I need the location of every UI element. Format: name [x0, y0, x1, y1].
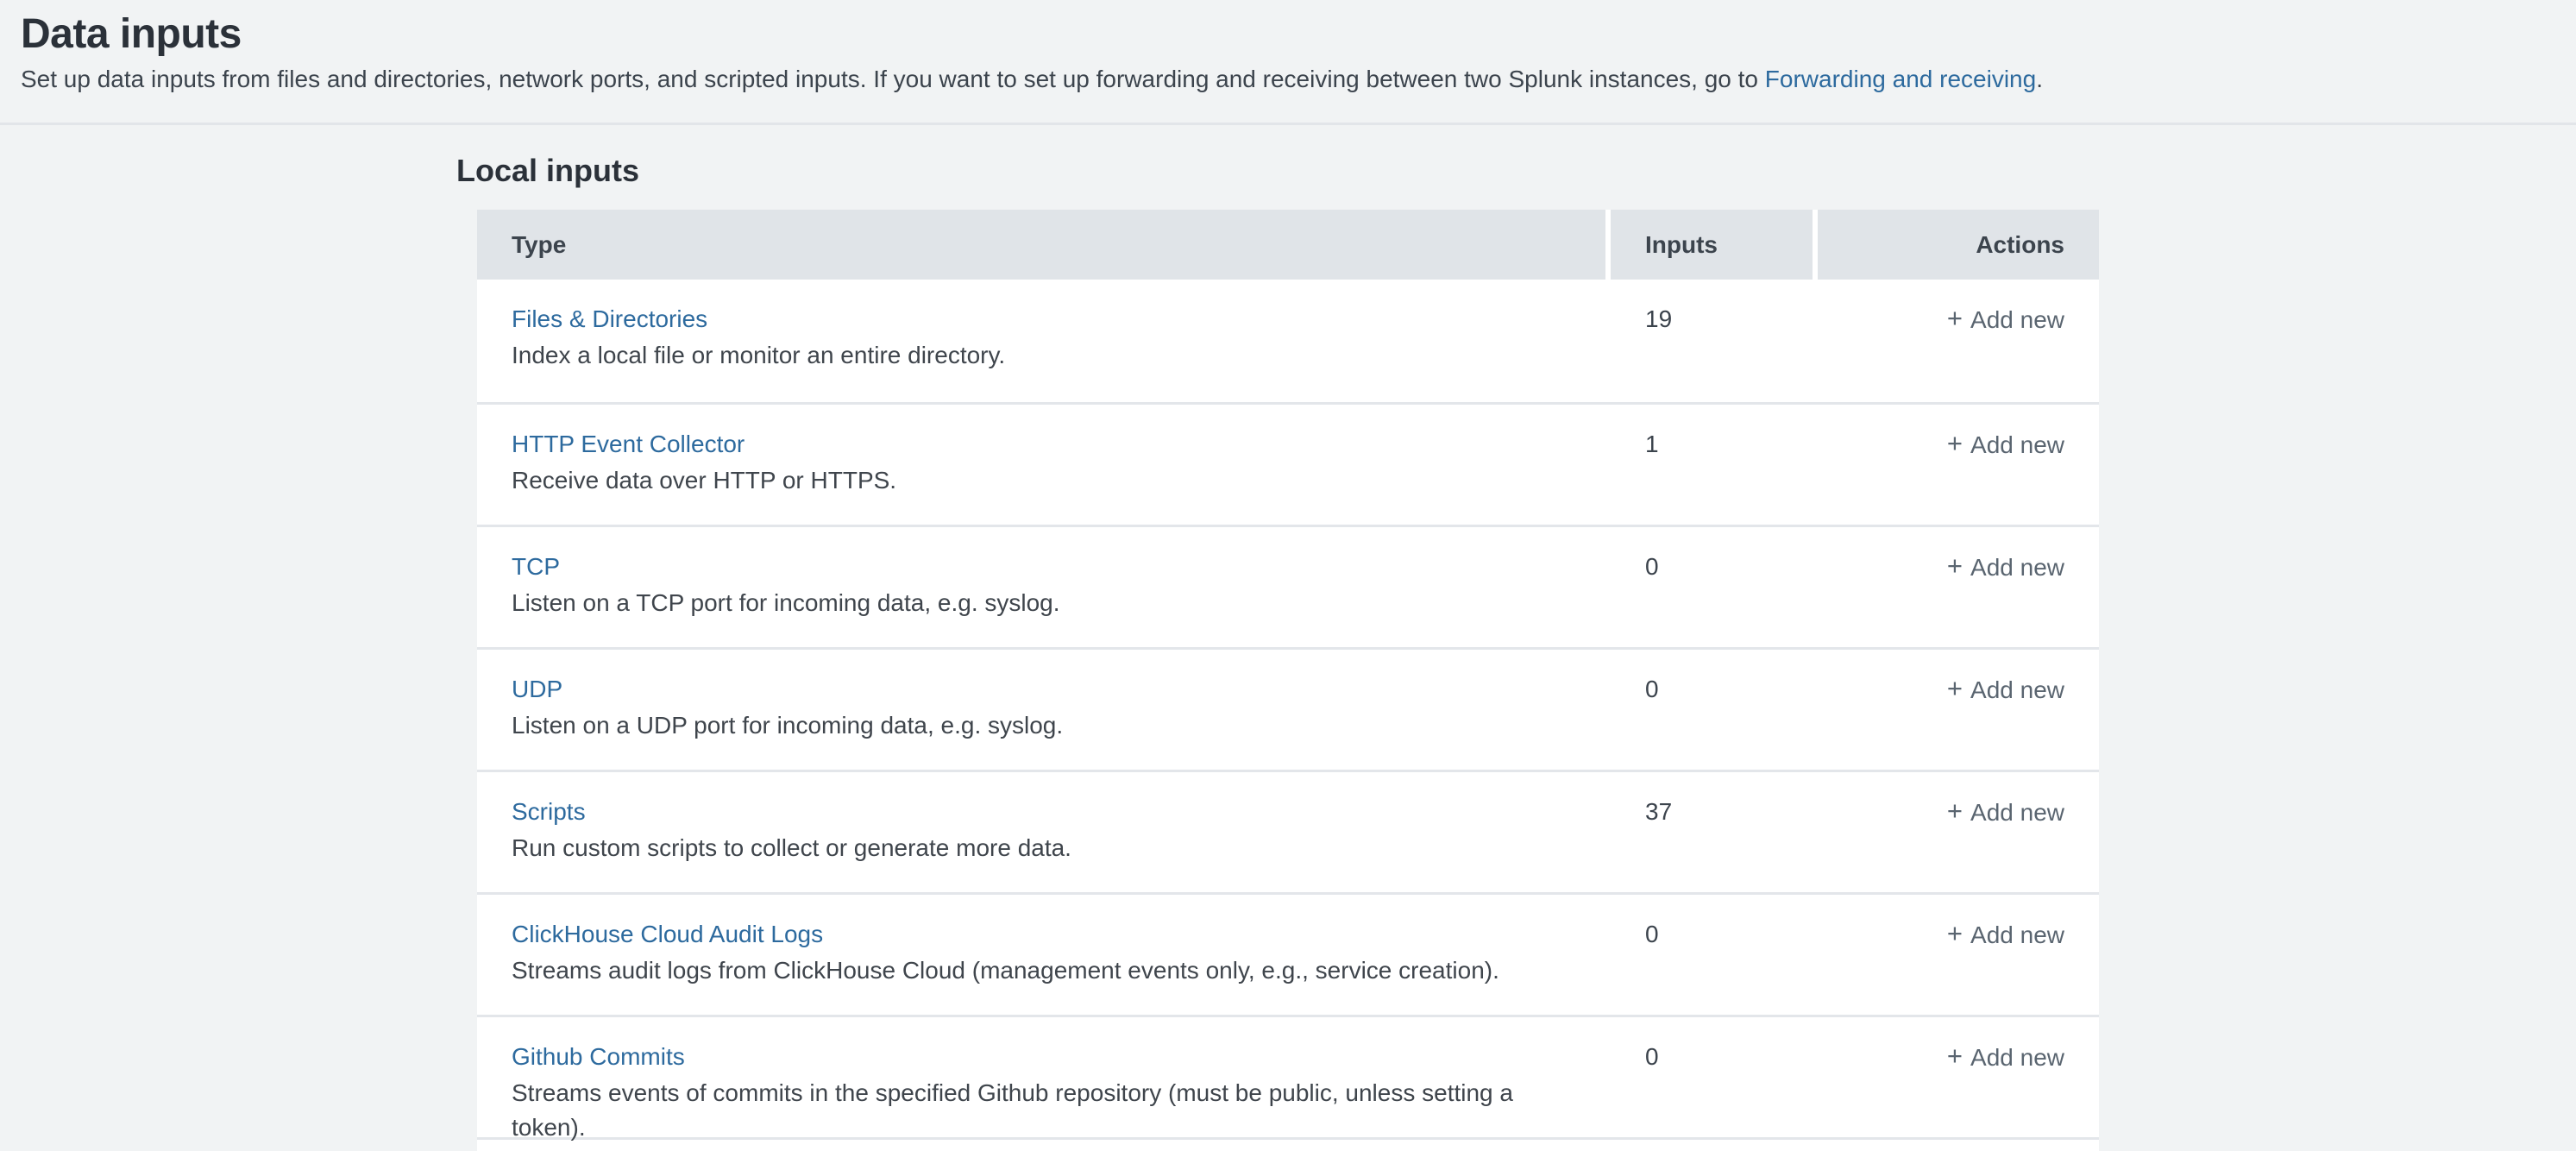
plus-icon: + — [1947, 673, 1963, 703]
header-divider — [0, 123, 2576, 125]
add-new-link[interactable]: + Add new — [1947, 921, 2064, 948]
page-title: Data inputs — [21, 9, 2555, 60]
input-type-link[interactable]: HTTP Event Collector — [512, 425, 745, 463]
add-new-link[interactable]: + Add new — [1947, 431, 2064, 458]
type-cell: ClickHouse Cloud Audit Logs Streams audi… — [477, 895, 1605, 1015]
plus-icon: + — [1947, 303, 1963, 333]
plus-icon: + — [1947, 550, 1963, 581]
table-row-udp: UDP Listen on a UDP port for incoming da… — [477, 647, 2099, 770]
actions-cell: + Add new — [1813, 280, 2099, 402]
add-new-link[interactable]: +Add new — [1947, 554, 2064, 581]
table-body: Files & Directories Index a local file o… — [477, 280, 2099, 1151]
input-type-link[interactable]: UDP — [512, 670, 562, 708]
inputs-count: 0 — [1605, 650, 1813, 770]
table-row-clickhouse-cloud-audit-logs: ClickHouse Cloud Audit Logs Streams audi… — [477, 892, 2099, 1015]
input-type-link[interactable]: Github Commits — [512, 1038, 685, 1076]
add-new-label: Add new — [1970, 676, 2064, 703]
inputs-count: 0 — [1605, 527, 1813, 647]
column-header-inputs: Inputs — [1605, 210, 1813, 280]
add-new-label: Add new — [1970, 1044, 2064, 1071]
actions-cell: + Add new — [1813, 895, 2099, 1015]
plus-icon: + — [1947, 918, 1963, 948]
actions-cell: + Add new — [1813, 1017, 2099, 1137]
table-row-github-commits: Github Commits Streams events of commits… — [477, 1015, 2099, 1137]
input-type-description: Receive data over HTTP or HTTPS. — [512, 463, 1536, 498]
type-cell: UDP Listen on a UDP port for incoming da… — [477, 650, 1605, 770]
input-type-description: Listen on a UDP port for incoming data, … — [512, 708, 1536, 743]
plus-icon: + — [1947, 428, 1963, 458]
input-type-description: Index a local file or monitor an entire … — [512, 338, 1536, 373]
page-header: Data inputs Set up data inputs from file… — [0, 0, 2576, 97]
type-cell: HTTP Event Collector Receive data over H… — [477, 405, 1605, 525]
table-row-scripts: Scripts Run custom scripts to collect or… — [477, 770, 2099, 892]
add-new-label: Add new — [1970, 431, 2064, 458]
add-new-link[interactable]: + Add new — [1947, 799, 2064, 826]
type-cell: Github Commits Streams events of commits… — [477, 1017, 1605, 1137]
actions-cell: + Add new — [1813, 650, 2099, 770]
type-cell: Files & Directories Index a local file o… — [477, 280, 1605, 402]
column-header-actions: Actions — [1813, 210, 2099, 280]
actions-cell: + Add new — [1813, 772, 2099, 892]
forwarding-receiving-link[interactable]: Forwarding and receiving — [1765, 66, 2036, 92]
input-type-description: Run custom scripts to collect or generat… — [512, 831, 1536, 865]
column-header-type: Type — [477, 210, 1605, 280]
add-new-link[interactable]: + Add new — [1947, 676, 2064, 703]
page-subtitle: Set up data inputs from files and direct… — [21, 62, 2555, 97]
table-row-files-directories: Files & Directories Index a local file o… — [477, 280, 2099, 402]
actions-cell: + Add new — [1813, 527, 2099, 647]
input-type-link[interactable]: Files & Directories — [512, 300, 707, 338]
type-cell: Scripts Run custom scripts to collect or… — [477, 772, 1605, 892]
local-inputs-section: Local inputs Type Inputs Actions Files &… — [456, 153, 2576, 1151]
add-new-label: Add new — [1970, 799, 2064, 826]
input-type-link[interactable]: TCP — [512, 548, 560, 586]
page-subtitle-text: Set up data inputs from files and direct… — [21, 66, 1765, 92]
input-type-description: Listen on a TCP port for incoming data, … — [512, 586, 1536, 620]
local-inputs-table: Type Inputs Actions Files & Directories … — [477, 210, 2099, 1151]
add-new-link[interactable]: + Add new — [1947, 1044, 2064, 1071]
page-subtitle-suffix: . — [2036, 66, 2043, 92]
actions-cell: + Add new — [1813, 405, 2099, 525]
plus-icon: + — [1947, 796, 1963, 826]
add-new-link[interactable]: + Add new — [1947, 306, 2064, 333]
input-type-description: Streams events of commits in the specifi… — [512, 1076, 1536, 1145]
plus-icon: + — [1947, 1041, 1963, 1071]
add-new-label: Add new — [1970, 921, 2064, 948]
type-cell: TCP Listen on a TCP port for incoming da… — [477, 527, 1605, 647]
section-title: Local inputs — [456, 153, 2576, 189]
table-row-tcp: TCP Listen on a TCP port for incoming da… — [477, 525, 2099, 647]
inputs-count: 19 — [1605, 280, 1813, 402]
inputs-count: 1 — [1605, 405, 1813, 525]
table-row-http-event-collector: HTTP Event Collector Receive data over H… — [477, 402, 2099, 525]
input-type-link[interactable]: Scripts — [512, 793, 586, 831]
add-new-label: Add new — [1970, 554, 2064, 581]
inputs-count: 0 — [1605, 895, 1813, 1015]
inputs-count: 0 — [1605, 1017, 1813, 1137]
inputs-count: 37 — [1605, 772, 1813, 892]
add-new-label: Add new — [1970, 306, 2064, 333]
input-type-description: Streams audit logs from ClickHouse Cloud… — [512, 953, 1536, 988]
input-type-link[interactable]: ClickHouse Cloud Audit Logs — [512, 915, 823, 953]
table-header-row: Type Inputs Actions — [477, 210, 2099, 280]
